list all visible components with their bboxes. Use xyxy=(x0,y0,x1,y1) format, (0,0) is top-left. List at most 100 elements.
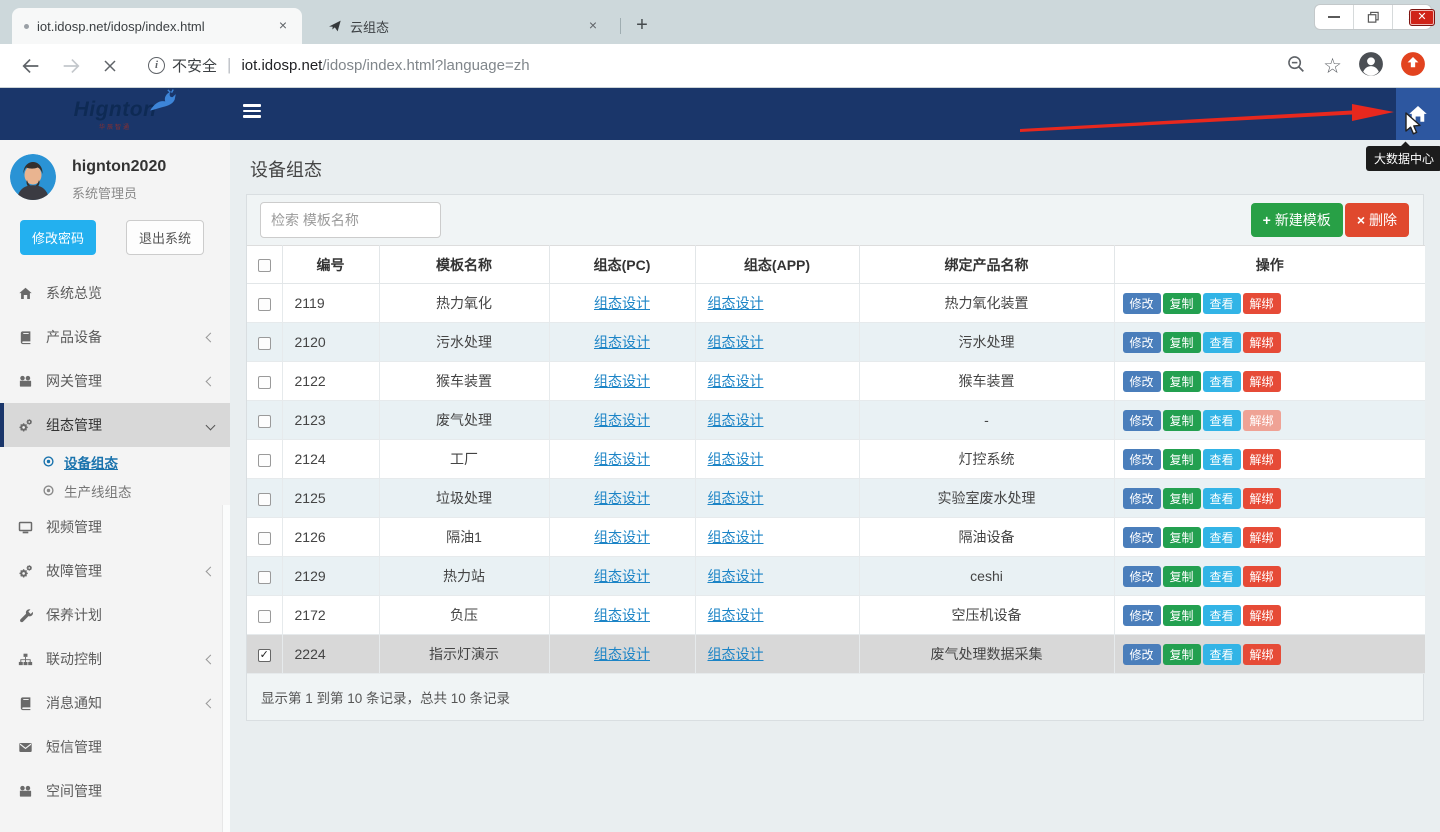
action-edit-button[interactable]: 修改 xyxy=(1123,527,1161,548)
create-template-button[interactable]: +新建模板 xyxy=(1251,203,1343,237)
action-unbind-button[interactable]: 解绑 xyxy=(1243,605,1281,626)
action-copy-button[interactable]: 复制 xyxy=(1163,644,1201,665)
url-host[interactable]: iot.idosp.net xyxy=(241,57,322,74)
action-unbind-button[interactable]: 解绑 xyxy=(1243,644,1281,665)
action-view-button[interactable]: 查看 xyxy=(1203,644,1241,665)
sidebar-subitem-device-config[interactable]: 设备组态 xyxy=(0,447,230,476)
row-checkbox[interactable] xyxy=(258,532,271,545)
action-view-button[interactable]: 查看 xyxy=(1203,371,1241,392)
pc-config-link[interactable]: 组态设计 xyxy=(594,451,650,467)
action-edit-button[interactable]: 修改 xyxy=(1123,449,1161,470)
search-input[interactable] xyxy=(260,202,441,238)
stop-loading-icon[interactable] xyxy=(100,56,120,76)
action-edit-button[interactable]: 修改 xyxy=(1123,605,1161,626)
app-config-link[interactable]: 组态设计 xyxy=(708,607,764,623)
action-unbind-button[interactable]: 解绑 xyxy=(1243,488,1281,509)
sidebar-item-product-device[interactable]: 产品设备 xyxy=(0,315,230,359)
site-info-icon[interactable]: i xyxy=(148,57,165,74)
pc-config-link[interactable]: 组态设计 xyxy=(594,529,650,545)
app-config-link[interactable]: 组态设计 xyxy=(708,646,764,662)
pc-config-link[interactable]: 组态设计 xyxy=(594,568,650,584)
tab-close-icon[interactable]: × xyxy=(584,17,602,35)
minimize-button[interactable] xyxy=(1315,5,1354,29)
browser-profile-avatar[interactable] xyxy=(1358,51,1384,82)
app-config-link[interactable]: 组态设计 xyxy=(708,490,764,506)
browser-update-icon[interactable] xyxy=(1400,51,1426,82)
action-edit-button[interactable]: 修改 xyxy=(1123,644,1161,665)
sidebar-item-gateway[interactable]: 网关管理 xyxy=(0,359,230,403)
action-unbind-button[interactable]: 解绑 xyxy=(1243,449,1281,470)
action-copy-button[interactable]: 复制 xyxy=(1163,410,1201,431)
logout-button[interactable]: 退出系统 xyxy=(126,220,204,255)
action-view-button[interactable]: 查看 xyxy=(1203,605,1241,626)
row-checkbox[interactable] xyxy=(258,493,271,506)
action-edit-button[interactable]: 修改 xyxy=(1123,371,1161,392)
forward-icon[interactable] xyxy=(60,55,82,77)
row-checkbox[interactable] xyxy=(258,376,271,389)
new-tab-button[interactable]: + xyxy=(630,14,654,38)
action-edit-button[interactable]: 修改 xyxy=(1123,488,1161,509)
sidebar-item-space[interactable]: 空间管理 xyxy=(0,769,230,813)
action-copy-button[interactable]: 复制 xyxy=(1163,449,1201,470)
row-checkbox[interactable] xyxy=(258,454,271,467)
action-view-button[interactable]: 查看 xyxy=(1203,449,1241,470)
action-unbind-button[interactable]: 解绑 xyxy=(1243,566,1281,587)
action-unbind-button[interactable]: 解绑 xyxy=(1243,293,1281,314)
browser-tab-cloud[interactable]: 云组态 × xyxy=(316,8,612,44)
zoom-out-icon[interactable] xyxy=(1285,53,1307,80)
row-checkbox[interactable] xyxy=(258,610,271,623)
action-copy-button[interactable]: 复制 xyxy=(1163,605,1201,626)
menu-toggle-icon[interactable] xyxy=(243,104,261,121)
row-checkbox[interactable] xyxy=(258,571,271,584)
action-edit-button[interactable]: 修改 xyxy=(1123,410,1161,431)
action-unbind-button[interactable]: 解绑 xyxy=(1243,332,1281,353)
app-config-link[interactable]: 组态设计 xyxy=(708,568,764,584)
action-view-button[interactable]: 查看 xyxy=(1203,488,1241,509)
sidebar-item-maintenance[interactable]: 保养计划 xyxy=(0,593,230,637)
sidebar-item-system-overview[interactable]: 系统总览 xyxy=(0,271,230,315)
action-unbind-button[interactable]: 解绑 xyxy=(1243,527,1281,548)
action-copy-button[interactable]: 复制 xyxy=(1163,293,1201,314)
close-window-button[interactable]: × ✕ xyxy=(1393,5,1431,29)
action-edit-button[interactable]: 修改 xyxy=(1123,332,1161,353)
action-copy-button[interactable]: 复制 xyxy=(1163,527,1201,548)
delete-button[interactable]: ×删除 xyxy=(1345,203,1409,237)
select-all-checkbox[interactable] xyxy=(258,259,271,272)
action-view-button[interactable]: 查看 xyxy=(1203,566,1241,587)
pc-config-link[interactable]: 组态设计 xyxy=(594,334,650,350)
row-checkbox[interactable] xyxy=(258,298,271,311)
url-path[interactable]: /idosp/index.html?language=zh xyxy=(322,57,529,74)
pc-config-link[interactable]: 组态设计 xyxy=(594,412,650,428)
bookmark-star-icon[interactable]: ☆ xyxy=(1323,54,1342,79)
app-config-link[interactable]: 组态设计 xyxy=(708,529,764,545)
pc-config-link[interactable]: 组态设计 xyxy=(594,607,650,623)
pc-config-link[interactable]: 组态设计 xyxy=(594,646,650,662)
app-config-link[interactable]: 组态设计 xyxy=(708,412,764,428)
sidebar-item-config[interactable]: 组态管理 xyxy=(0,403,230,447)
tab-close-icon[interactable]: × xyxy=(274,17,292,35)
change-password-button[interactable]: 修改密码 xyxy=(20,220,96,255)
sidebar-item-linkage[interactable]: 联动控制 xyxy=(0,637,230,681)
action-view-button[interactable]: 查看 xyxy=(1203,332,1241,353)
security-label[interactable]: 不安全 xyxy=(172,55,217,76)
row-checkbox[interactable]: ✓ xyxy=(258,649,271,662)
action-view-button[interactable]: 查看 xyxy=(1203,293,1241,314)
sidebar-subitem-line-config[interactable]: 生产线组态 xyxy=(0,476,230,505)
action-view-button[interactable]: 查看 xyxy=(1203,410,1241,431)
sidebar-item-message[interactable]: 消息通知 xyxy=(0,681,230,725)
restore-button[interactable] xyxy=(1354,5,1393,29)
app-config-link[interactable]: 组态设计 xyxy=(708,373,764,389)
sidebar-item-video-mgmt[interactable]: 视频管理 xyxy=(0,505,230,549)
browser-tab-active[interactable]: iot.idosp.net/idosp/index.html × xyxy=(12,8,302,44)
action-edit-button[interactable]: 修改 xyxy=(1123,566,1161,587)
action-copy-button[interactable]: 复制 xyxy=(1163,488,1201,509)
pc-config-link[interactable]: 组态设计 xyxy=(594,490,650,506)
pc-config-link[interactable]: 组态设计 xyxy=(594,295,650,311)
action-copy-button[interactable]: 复制 xyxy=(1163,566,1201,587)
pc-config-link[interactable]: 组态设计 xyxy=(594,373,650,389)
action-copy-button[interactable]: 复制 xyxy=(1163,371,1201,392)
action-edit-button[interactable]: 修改 xyxy=(1123,293,1161,314)
row-checkbox[interactable] xyxy=(258,415,271,428)
sidebar-scrollbar[interactable] xyxy=(222,505,230,832)
sidebar-item-sms[interactable]: 短信管理 xyxy=(0,725,230,769)
